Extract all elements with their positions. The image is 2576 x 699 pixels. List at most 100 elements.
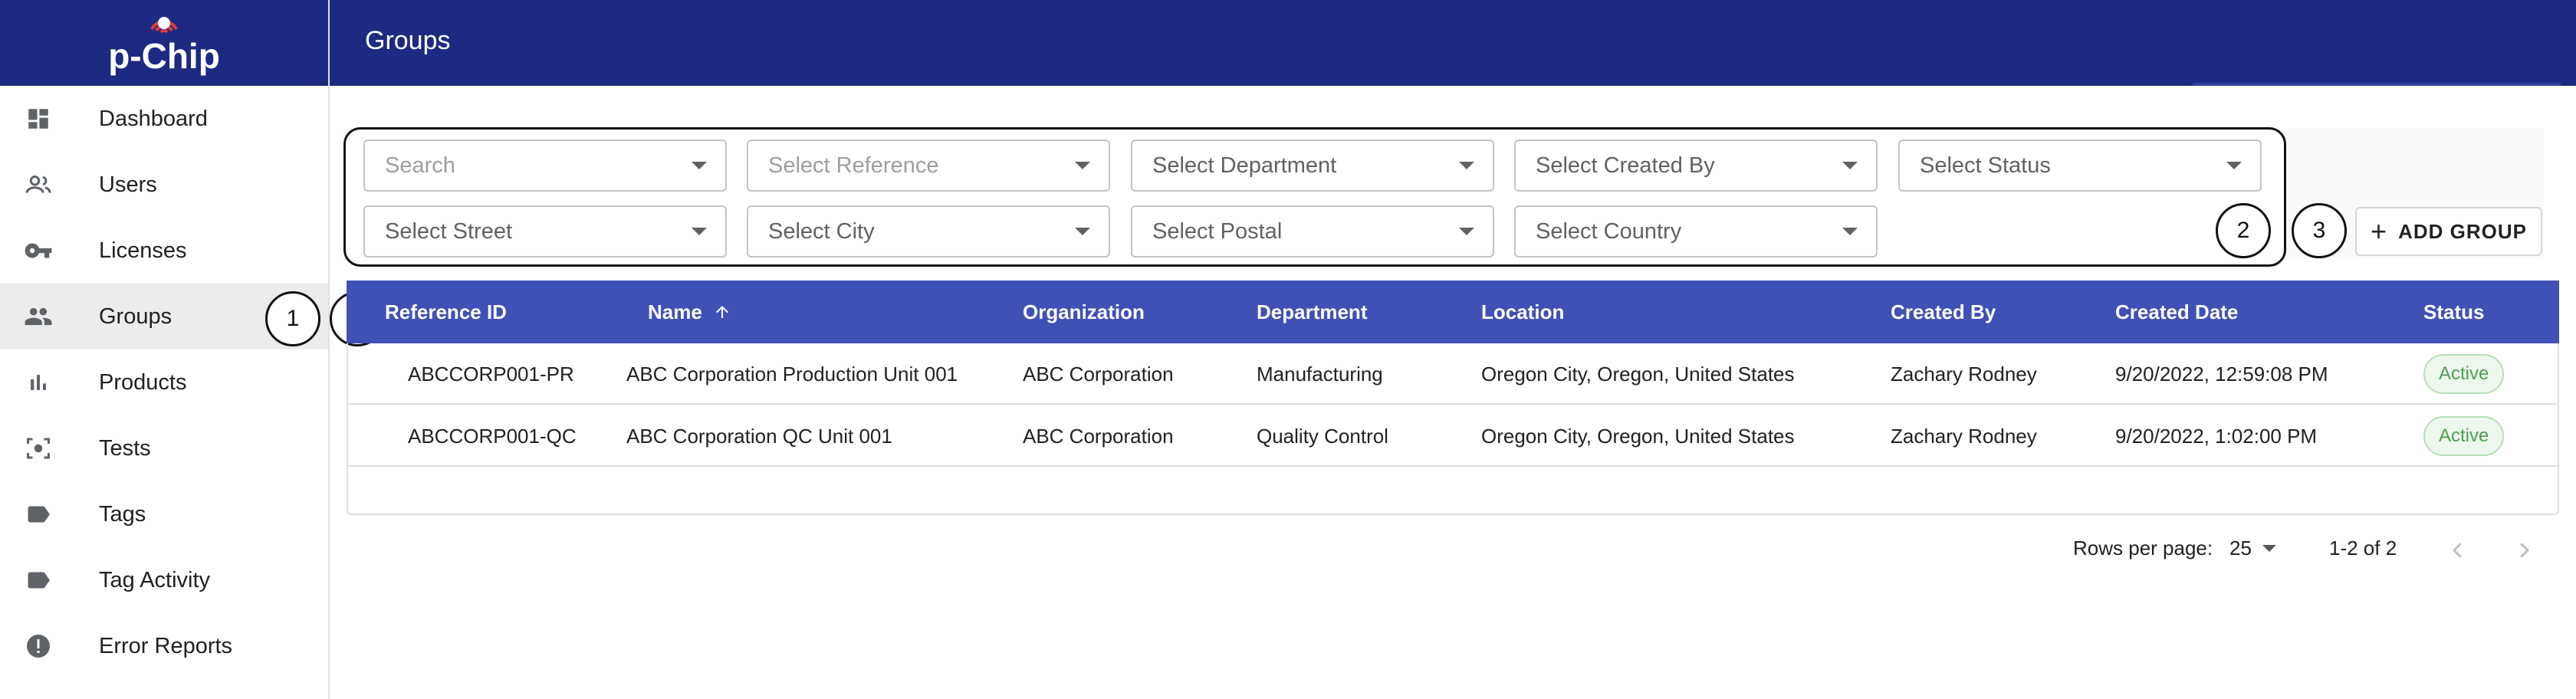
reference-select[interactable]: Select Reference xyxy=(747,139,1110,192)
created-by-select[interactable]: Select Created By xyxy=(1514,139,1878,192)
chevron-down-icon xyxy=(2262,544,2276,552)
street-placeholder: Select Street xyxy=(385,218,513,244)
wireless-signal-icon xyxy=(147,12,181,35)
sidebar-item-error-reports[interactable]: Error Reports xyxy=(0,613,328,679)
add-group-button[interactable]: + ADD GROUP xyxy=(2355,207,2542,256)
top-app-bar: Groups xyxy=(330,0,2576,86)
cell-created-date: 9/20/2022, 1:02:00 PM xyxy=(2115,424,2318,448)
status-badge: Active xyxy=(2423,354,2505,394)
sidebar-item-label: Error Reports xyxy=(99,633,233,658)
cell-location: Oregon City, Oregon, United States xyxy=(1481,424,1795,448)
department-placeholder: Select Department xyxy=(1152,153,1337,178)
rows-per-page-value: 25 xyxy=(2229,536,2252,560)
bar-chart-icon xyxy=(23,367,54,398)
next-page-button[interactable] xyxy=(2509,535,2539,566)
sidebar-nav: Dashboard Users Licenses Groups Products xyxy=(0,86,328,679)
column-header-organization[interactable]: Organization xyxy=(1023,281,1145,343)
sidebar-item-tag-activity[interactable]: Tag Activity xyxy=(0,547,328,613)
add-group-label: ADD GROUP xyxy=(2398,219,2527,243)
sidebar-item-label: Tests xyxy=(99,435,151,461)
status-badge: Active xyxy=(2423,416,2505,456)
city-select[interactable]: Select City xyxy=(747,205,1110,258)
tag-icon xyxy=(23,499,54,530)
chevron-right-icon xyxy=(2520,543,2530,558)
chevron-down-icon xyxy=(1459,162,1474,169)
brand-name: p-Chip xyxy=(108,36,220,76)
table-row[interactable]: ABCCORP001-QC ABC Corporation QC Unit 00… xyxy=(347,405,2559,467)
department-select[interactable]: Select Department xyxy=(1131,139,1494,192)
chevron-down-icon xyxy=(1842,162,1858,169)
header-divider xyxy=(2193,83,2561,86)
cell-created-by: Zachary Rodney xyxy=(1891,362,2037,386)
sidebar: p-Chip Dashboard Users Licenses Groups P… xyxy=(0,0,330,699)
column-header-reference-id[interactable]: Reference ID xyxy=(385,281,507,343)
search-placeholder: Search xyxy=(385,153,455,178)
sidebar-item-users[interactable]: Users xyxy=(0,152,328,218)
sidebar-item-products[interactable]: Products xyxy=(0,350,328,415)
sidebar-item-label: Dashboard xyxy=(99,106,208,131)
rows-per-page-label: Rows per page: xyxy=(2073,536,2213,560)
sidebar-item-label: Tag Activity xyxy=(99,567,211,592)
dashboard-icon xyxy=(23,103,54,134)
pagination-range: 1-2 of 2 xyxy=(2329,536,2397,560)
callout-marker: 3 xyxy=(2292,203,2347,258)
table-row[interactable]: ABCCORP001-PR ABC Corporation Production… xyxy=(347,343,2559,405)
postal-select[interactable]: Select Postal xyxy=(1131,205,1494,258)
status-placeholder: Select Status xyxy=(1920,153,2051,178)
column-header-label: Name xyxy=(648,300,702,323)
sidebar-item-dashboard[interactable]: Dashboard xyxy=(0,86,328,152)
brand-logo[interactable]: p-Chip xyxy=(0,0,328,86)
cell-name: ABC Corporation Production Unit 001 xyxy=(626,362,958,386)
chevron-down-icon xyxy=(1075,228,1090,235)
street-select[interactable]: Select Street xyxy=(363,205,727,258)
city-placeholder: Select City xyxy=(768,218,875,244)
cell-created-by: Zachary Rodney xyxy=(1891,424,2037,448)
chevron-left-icon xyxy=(2452,543,2462,558)
groups-icon xyxy=(23,301,54,332)
cell-organization: ABC Corporation xyxy=(1023,424,1174,448)
reference-placeholder: Select Reference xyxy=(768,153,939,178)
sidebar-item-label: Users xyxy=(99,172,157,197)
sidebar-item-tests[interactable]: Tests xyxy=(0,415,328,481)
column-header-location[interactable]: Location xyxy=(1481,281,1564,343)
country-select[interactable]: Select Country xyxy=(1514,205,1878,258)
chevron-down-icon xyxy=(1459,228,1474,235)
cell-organization: ABC Corporation xyxy=(1023,362,1174,386)
sidebar-item-label: Groups xyxy=(99,304,172,329)
sort-ascending-icon xyxy=(715,306,728,318)
cell-name: ABC Corporation QC Unit 001 xyxy=(626,424,892,448)
column-header-name[interactable]: Name xyxy=(648,281,731,343)
previous-page-button[interactable] xyxy=(2443,535,2473,566)
sidebar-item-licenses[interactable]: Licenses xyxy=(0,218,328,284)
country-placeholder: Select Country xyxy=(1536,218,1682,244)
chevron-down-icon xyxy=(692,228,707,235)
chevron-down-icon xyxy=(1842,228,1858,235)
column-header-created-by[interactable]: Created By xyxy=(1891,281,1996,343)
users-icon xyxy=(23,169,54,200)
cell-created-date: 9/20/2022, 12:59:08 PM xyxy=(2115,362,2328,386)
status-select[interactable]: Select Status xyxy=(1898,139,2262,192)
chevron-down-icon xyxy=(2226,162,2242,169)
column-header-department[interactable]: Department xyxy=(1257,281,1367,343)
column-header-created-date[interactable]: Created Date xyxy=(2115,281,2238,343)
callout-marker: 1 xyxy=(265,291,320,346)
cell-department: Quality Control xyxy=(1257,424,1388,448)
column-header-status[interactable]: Status xyxy=(2423,281,2484,343)
sidebar-item-tags[interactable]: Tags xyxy=(0,481,328,547)
rows-per-page-select[interactable]: 25 xyxy=(2229,529,2276,567)
callout-marker: 2 xyxy=(2216,203,2271,258)
page-title: Groups xyxy=(365,26,451,55)
tag-icon xyxy=(23,565,54,596)
cell-department: Manufacturing xyxy=(1257,362,1383,386)
created-by-placeholder: Select Created By xyxy=(1536,153,1715,178)
postal-placeholder: Select Postal xyxy=(1152,218,1283,244)
key-icon xyxy=(23,235,54,266)
sidebar-item-label: Tags xyxy=(99,501,146,527)
cell-reference-id: ABCCORP001-QC xyxy=(408,424,577,448)
plus-icon: + xyxy=(2371,215,2388,247)
sidebar-item-label: Products xyxy=(99,369,187,395)
cell-reference-id: ABCCORP001-PR xyxy=(408,362,574,386)
error-icon xyxy=(23,631,54,661)
chevron-down-icon xyxy=(692,162,707,169)
search-input[interactable]: Search xyxy=(363,139,727,192)
